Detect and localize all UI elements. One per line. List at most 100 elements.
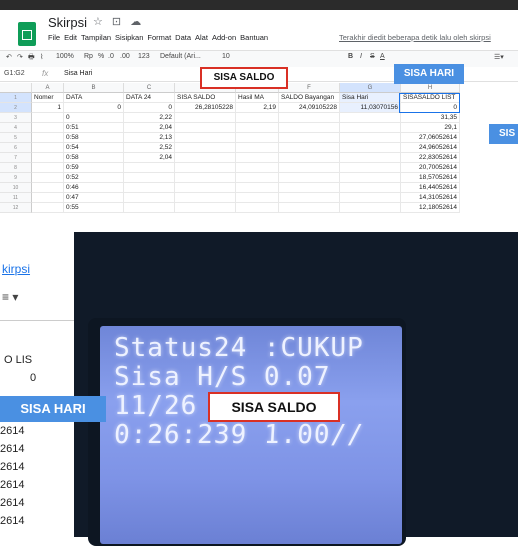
- name-box[interactable]: G1:G2: [4, 70, 25, 77]
- cell[interactable]: Hasil MA: [236, 93, 279, 103]
- row-header[interactable]: 12: [0, 203, 32, 213]
- cell[interactable]: [236, 203, 279, 213]
- cell[interactable]: 0:46: [64, 183, 124, 193]
- cell[interactable]: 2,04: [124, 123, 175, 133]
- sheets-logo-icon[interactable]: [18, 22, 36, 46]
- cell[interactable]: 22,83052614: [401, 153, 460, 163]
- column-header[interactable]: F: [279, 83, 340, 93]
- cell[interactable]: [279, 193, 340, 203]
- cell[interactable]: [279, 173, 340, 183]
- column-header[interactable]: G: [340, 83, 401, 93]
- cell[interactable]: 16,44052614: [401, 183, 460, 193]
- align-icon[interactable]: ☰▾: [494, 53, 504, 61]
- cell[interactable]: [175, 143, 236, 153]
- cell[interactable]: [279, 163, 340, 173]
- percent-button[interactable]: %: [98, 53, 104, 60]
- cell[interactable]: [279, 203, 340, 213]
- cell[interactable]: 0:52: [64, 173, 124, 183]
- cell[interactable]: [236, 193, 279, 203]
- cell[interactable]: 24,96052614: [401, 143, 460, 153]
- bold-button[interactable]: B: [348, 53, 353, 60]
- undo-icon[interactable]: ↶: [6, 53, 12, 61]
- decrease-decimal-button[interactable]: .0: [108, 53, 114, 60]
- menu-item-format[interactable]: Format: [147, 33, 171, 42]
- row-header[interactable]: 1: [0, 93, 32, 103]
- cell[interactable]: 0:54: [64, 143, 124, 153]
- cell[interactable]: 31,35: [401, 113, 460, 123]
- cell[interactable]: [175, 123, 236, 133]
- cell[interactable]: 18,57052614: [401, 173, 460, 183]
- cell[interactable]: [236, 123, 279, 133]
- cell[interactable]: [175, 203, 236, 213]
- cell[interactable]: [175, 153, 236, 163]
- cell[interactable]: 2,22: [124, 113, 175, 123]
- cell[interactable]: 12,18052614: [401, 203, 460, 213]
- cell[interactable]: SALDO Bayangan: [279, 93, 340, 103]
- cell[interactable]: [340, 183, 401, 193]
- cell[interactable]: [279, 143, 340, 153]
- cell[interactable]: DATA: [64, 93, 124, 103]
- cell[interactable]: [340, 153, 401, 163]
- cell[interactable]: [340, 203, 401, 213]
- cell[interactable]: [32, 113, 64, 123]
- cell[interactable]: [340, 193, 401, 203]
- cell[interactable]: 11,03070156: [340, 103, 401, 113]
- italic-button[interactable]: I: [360, 53, 362, 60]
- cell[interactable]: 1: [32, 103, 64, 113]
- cell[interactable]: [279, 133, 340, 143]
- cell[interactable]: 2,52: [124, 143, 175, 153]
- cell[interactable]: [32, 163, 64, 173]
- cell[interactable]: DATA 24: [124, 93, 175, 103]
- cell[interactable]: [340, 163, 401, 173]
- cell[interactable]: [124, 163, 175, 173]
- cell[interactable]: 0:55: [64, 203, 124, 213]
- column-header[interactable]: C: [124, 83, 175, 93]
- cell[interactable]: 2,19: [236, 103, 279, 113]
- print-icon[interactable]: 🖶: [28, 53, 35, 64]
- column-header[interactable]: B: [64, 83, 124, 93]
- cell[interactable]: 29,1: [401, 123, 460, 133]
- formula-input[interactable]: Sisa Hari: [64, 70, 92, 77]
- select-all-corner[interactable]: [0, 83, 32, 93]
- row-header[interactable]: 3: [0, 113, 32, 123]
- cell[interactable]: 27,06052614: [401, 133, 460, 143]
- cell[interactable]: [124, 193, 175, 203]
- cell[interactable]: [340, 143, 401, 153]
- cell[interactable]: [279, 123, 340, 133]
- cell[interactable]: [340, 113, 401, 123]
- row-header[interactable]: 4: [0, 123, 32, 133]
- cell[interactable]: [32, 173, 64, 183]
- row-header[interactable]: 10: [0, 183, 32, 193]
- cell[interactable]: [236, 133, 279, 143]
- cell[interactable]: [32, 193, 64, 203]
- cell[interactable]: Sisa Hari: [340, 93, 401, 103]
- redo-icon[interactable]: ↷: [17, 53, 23, 61]
- cell[interactable]: [32, 153, 64, 163]
- cell[interactable]: 0:59: [64, 163, 124, 173]
- row-header[interactable]: 2: [0, 103, 32, 113]
- cell[interactable]: [124, 183, 175, 193]
- row-header[interactable]: 5: [0, 133, 32, 143]
- cell[interactable]: [32, 123, 64, 133]
- menu-item-alat[interactable]: Alat: [195, 33, 208, 42]
- cell[interactable]: 26,28105228: [175, 103, 236, 113]
- cell[interactable]: [175, 173, 236, 183]
- cell[interactable]: 0:58: [64, 133, 124, 143]
- cell[interactable]: 0:51: [64, 123, 124, 133]
- cell[interactable]: 24,09105228: [279, 103, 340, 113]
- cell[interactable]: [124, 173, 175, 183]
- cell[interactable]: [175, 183, 236, 193]
- cell[interactable]: [175, 133, 236, 143]
- row-header[interactable]: 9: [0, 173, 32, 183]
- cell[interactable]: 20,70052614: [401, 163, 460, 173]
- cell[interactable]: 0:58: [64, 153, 124, 163]
- cell[interactable]: [32, 133, 64, 143]
- row-header[interactable]: 7: [0, 153, 32, 163]
- increase-decimal-button[interactable]: .00: [120, 53, 130, 60]
- zoom-select[interactable]: 100%: [56, 53, 74, 60]
- cell[interactable]: 0:47: [64, 193, 124, 203]
- menu-item-sisipkan[interactable]: Sisipkan: [115, 33, 143, 42]
- document-title[interactable]: Skirpsi: [48, 15, 87, 30]
- font-select[interactable]: Default (Ari...: [160, 53, 201, 60]
- menu-item-bantuan[interactable]: Bantuan: [240, 33, 268, 42]
